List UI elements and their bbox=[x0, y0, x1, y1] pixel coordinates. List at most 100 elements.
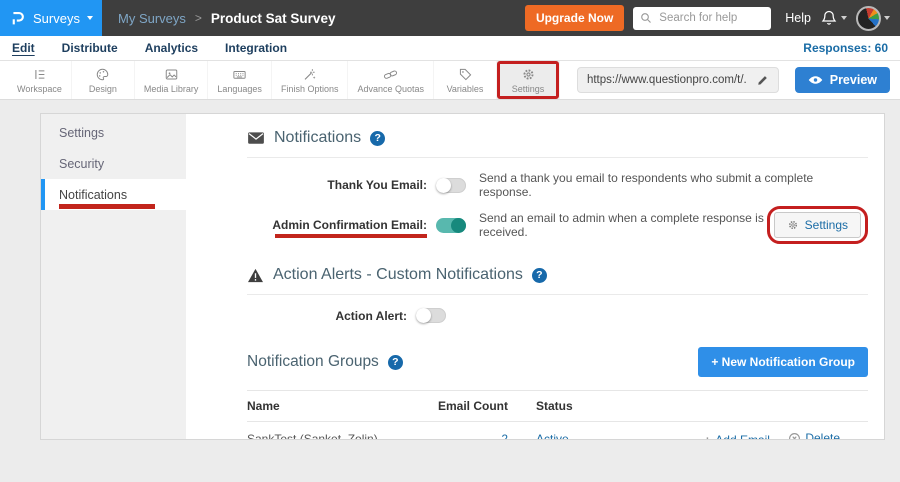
settings-button-label: Settings bbox=[805, 218, 848, 232]
admin-confirmation-email-description: Send an email to admin when a complete r… bbox=[479, 211, 767, 239]
row-actions: + Add Email Delete bbox=[658, 431, 868, 440]
toolbar-item-variables[interactable]: Variables bbox=[434, 61, 497, 99]
thank-you-email-toggle[interactable] bbox=[436, 178, 466, 193]
tab-integration[interactable]: Integration bbox=[225, 41, 287, 55]
gear-icon bbox=[521, 67, 536, 82]
divider bbox=[247, 294, 868, 295]
table-row: SankTest (Sanket, Zolin) 2 Active + Add … bbox=[247, 422, 868, 440]
tab-distribute[interactable]: Distribute bbox=[62, 41, 118, 55]
breadcrumb: My Surveys > Product Sat Survey bbox=[118, 11, 335, 26]
preview-label: Preview bbox=[830, 73, 877, 87]
toolbar-item-label: Design bbox=[89, 84, 117, 94]
settings-main-panel: Notifications ? Thank You Email: Send a … bbox=[186, 114, 884, 439]
palette-icon bbox=[95, 67, 110, 82]
header-actions: Upgrade Now Help bbox=[525, 5, 900, 31]
app-window: Surveys My Surveys > Product Sat Survey … bbox=[0, 0, 900, 482]
sidebar-item-security[interactable]: Security bbox=[41, 148, 186, 179]
toolbar-item-advance-quotas[interactable]: Advance Quotas bbox=[348, 61, 434, 99]
upgrade-now-button[interactable]: Upgrade Now bbox=[525, 5, 624, 31]
group-name-cell: SankTest (Sanket, Zolin) bbox=[247, 432, 393, 440]
column-header-email-count: Email Count bbox=[393, 399, 508, 413]
add-email-link[interactable]: + Add Email bbox=[704, 433, 770, 441]
status-link[interactable]: Active bbox=[536, 432, 569, 440]
sidebar-item-settings[interactable]: Settings bbox=[41, 117, 186, 148]
action-alert-label: Action Alert: bbox=[247, 309, 407, 323]
responses-count-link[interactable]: Responses: 60 bbox=[803, 41, 888, 55]
settings-sidebar: Settings Security Notifications bbox=[41, 114, 186, 439]
toolbar-right: https://www.questionpro.com/t/. Preview bbox=[577, 61, 900, 99]
divider bbox=[247, 157, 868, 158]
account-menu-button[interactable] bbox=[856, 6, 890, 31]
survey-url-field[interactable]: https://www.questionpro.com/t/. bbox=[577, 67, 779, 93]
surveys-product-menu[interactable]: Surveys bbox=[0, 0, 102, 36]
notification-groups-header: Notification Groups ? + New Notification… bbox=[247, 347, 868, 377]
action-alert-row: Action Alert: bbox=[247, 308, 868, 323]
page-background: Settings Security Notifications Notifica… bbox=[0, 113, 900, 482]
edit-toolbar: Workspace Design Media Library Languages… bbox=[0, 61, 900, 100]
new-notification-group-button[interactable]: + New Notification Group bbox=[698, 347, 868, 377]
help-icon[interactable]: ? bbox=[388, 355, 403, 370]
toolbar-item-label: Variables bbox=[447, 84, 484, 94]
sidebar-item-notifications[interactable]: Notifications bbox=[41, 179, 186, 210]
chevron-down-icon bbox=[884, 16, 890, 20]
notification-groups-title: Notification Groups bbox=[247, 353, 379, 371]
toolbar-item-label: Advance Quotas bbox=[357, 84, 424, 94]
column-header-status: Status bbox=[508, 399, 658, 413]
thank-you-email-row: Thank You Email: Send a thank you email … bbox=[247, 171, 868, 199]
notifications-bell-button[interactable] bbox=[820, 9, 847, 27]
column-header-name: Name bbox=[247, 399, 393, 413]
chain-link-icon bbox=[383, 67, 398, 82]
questionpro-logo-icon bbox=[9, 9, 26, 27]
warning-triangle-icon bbox=[247, 268, 264, 283]
email-count-link[interactable]: 2 bbox=[501, 432, 508, 440]
breadcrumb-my-surveys[interactable]: My Surveys bbox=[118, 11, 186, 26]
notifications-section-header: Notifications ? bbox=[247, 129, 868, 147]
help-link[interactable]: Help bbox=[785, 11, 811, 25]
toolbar-item-settings[interactable]: Settings bbox=[497, 61, 560, 99]
action-alerts-section-header: Action Alerts - Custom Notifications ? bbox=[247, 266, 868, 284]
red-annotation-ring: Settings bbox=[767, 206, 868, 244]
action-alerts-section-title: Action Alerts - Custom Notifications bbox=[273, 266, 523, 284]
admin-confirmation-email-row: Admin Confirmation Email: Send an email … bbox=[247, 206, 868, 244]
admin-confirmation-email-label: Admin Confirmation Email: bbox=[247, 218, 427, 232]
survey-tabs: Edit Distribute Analytics Integration Re… bbox=[0, 36, 900, 61]
edit-pencil-icon[interactable] bbox=[757, 74, 769, 86]
toolbar-item-languages[interactable]: Languages bbox=[208, 61, 272, 99]
thank-you-email-label: Thank You Email: bbox=[247, 178, 427, 192]
eye-icon bbox=[808, 75, 823, 85]
toolbar-item-label: Workspace bbox=[17, 84, 62, 94]
survey-url-text: https://www.questionpro.com/t/. bbox=[587, 74, 747, 86]
gear-icon bbox=[787, 219, 799, 231]
tab-edit[interactable]: Edit bbox=[12, 41, 35, 55]
toolbar-item-workspace[interactable]: Workspace bbox=[8, 61, 72, 99]
image-icon bbox=[164, 67, 179, 82]
tab-analytics[interactable]: Analytics bbox=[145, 41, 198, 55]
magic-wand-icon bbox=[302, 67, 317, 82]
notifications-section-title: Notifications bbox=[274, 129, 361, 147]
toolbar-item-finish-options[interactable]: Finish Options bbox=[272, 61, 349, 99]
breadcrumb-separator-icon: > bbox=[195, 11, 202, 25]
help-icon[interactable]: ? bbox=[532, 268, 547, 283]
column-header-actions bbox=[658, 399, 868, 413]
notification-groups-section: Notification Groups ? + New Notification… bbox=[247, 347, 868, 440]
admin-confirmation-email-toggle[interactable] bbox=[436, 218, 466, 233]
help-icon[interactable]: ? bbox=[370, 131, 385, 146]
toolbar-item-media-library[interactable]: Media Library bbox=[135, 61, 209, 99]
workspace-icon bbox=[32, 67, 47, 82]
admin-email-settings-button[interactable]: Settings bbox=[774, 212, 861, 238]
tag-icon bbox=[458, 67, 473, 82]
delete-link[interactable]: Delete bbox=[788, 431, 840, 440]
delete-label: Delete bbox=[805, 431, 840, 440]
toolbar-item-design[interactable]: Design bbox=[72, 61, 135, 99]
product-menu-label: Surveys bbox=[33, 11, 80, 26]
action-alert-toggle[interactable] bbox=[416, 308, 446, 323]
toolbar-item-label: Finish Options bbox=[281, 84, 339, 94]
notification-groups-table: Name Email Count Status SankTest (Sanket… bbox=[247, 390, 868, 440]
table-header-row: Name Email Count Status bbox=[247, 390, 868, 422]
avatar bbox=[856, 6, 881, 31]
search-input[interactable] bbox=[657, 11, 764, 25]
notifications-section: Notifications ? Thank You Email: Send a … bbox=[247, 129, 868, 244]
help-search-box[interactable] bbox=[633, 7, 771, 30]
action-alerts-section: Action Alerts - Custom Notifications ? A… bbox=[247, 266, 868, 323]
preview-button[interactable]: Preview bbox=[795, 67, 890, 93]
